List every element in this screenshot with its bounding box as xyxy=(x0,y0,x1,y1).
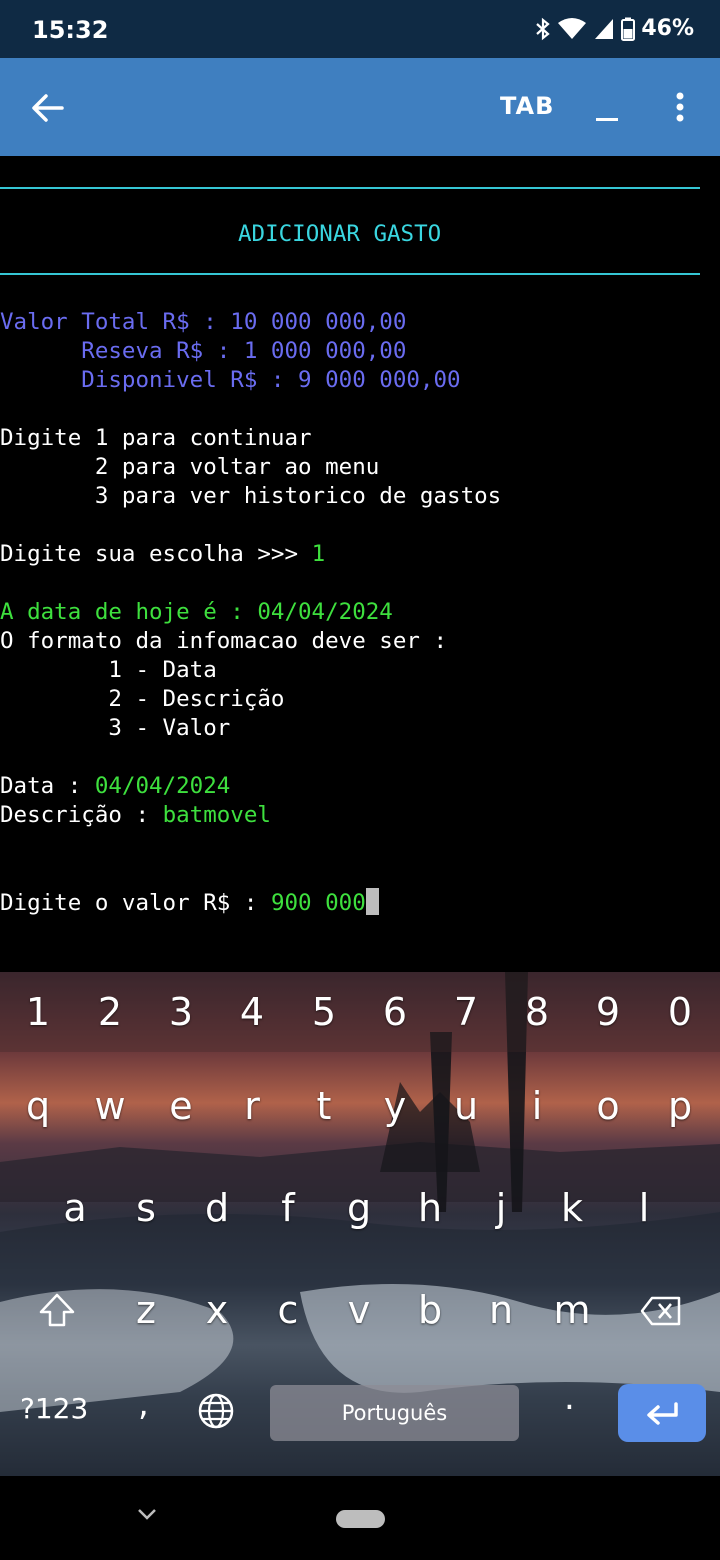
app-bar: TAB xyxy=(0,58,720,156)
bluetooth-icon xyxy=(536,17,551,40)
key-h[interactable]: h xyxy=(400,1168,460,1248)
screen-title: ADICIONAR GASTO xyxy=(238,221,442,247)
text-cursor xyxy=(365,888,379,915)
data-label: Data : xyxy=(0,773,95,799)
key-8[interactable]: 8 xyxy=(507,972,567,1052)
menu-option-1: Digite 1 para continuar xyxy=(0,425,312,451)
key-k[interactable]: k xyxy=(542,1168,602,1248)
key-7[interactable]: 7 xyxy=(436,972,496,1052)
data-value: 04/04/2024 xyxy=(94,773,231,799)
back-arrow-icon[interactable] xyxy=(30,90,66,126)
key-o[interactable]: o xyxy=(578,1066,638,1146)
key-1[interactable]: 1 xyxy=(8,972,68,1052)
comma-key[interactable]: , xyxy=(138,1384,149,1424)
letter-row-2: a s d f g h j k l xyxy=(0,1168,720,1248)
disponivel-line: Disponivel R$ : 9 000 000,00 xyxy=(0,367,461,393)
menu-option-2: 2 para voltar ao menu xyxy=(0,454,380,480)
description-value: batmovel xyxy=(162,802,271,828)
valor-prompt: Digite o valor R$ : xyxy=(0,890,271,916)
key-p[interactable]: p xyxy=(650,1066,710,1146)
soft-keyboard: 1 2 3 4 5 6 7 8 9 0 q w e r t y u i o p … xyxy=(0,972,720,1476)
reserva-line: Reseva R$ : 1 000 000,00 xyxy=(0,338,407,364)
data-line: Data : 04/04/2024 xyxy=(0,772,230,801)
format-item-3: 3 - Valor xyxy=(0,715,231,741)
key-s[interactable]: s xyxy=(116,1168,176,1248)
key-0[interactable]: 0 xyxy=(650,972,710,1052)
shift-icon[interactable] xyxy=(38,1292,76,1328)
format-label: O formato da infomacao deve ser : xyxy=(0,628,448,654)
key-z[interactable]: z xyxy=(116,1270,176,1350)
enter-icon xyxy=(647,1402,678,1425)
enter-key[interactable] xyxy=(618,1384,706,1442)
terminal-output[interactable]: ADICIONAR GASTO Valor Total R$ : 10 000 … xyxy=(0,156,720,972)
description-label: Descrição : xyxy=(0,802,163,828)
symbols-key[interactable]: ?123 xyxy=(20,1392,88,1425)
date-today-line: A data de hoje é : 04/04/2024 xyxy=(0,599,393,625)
more-options-icon[interactable] xyxy=(676,92,684,122)
key-n[interactable]: n xyxy=(471,1270,531,1350)
key-5[interactable]: 5 xyxy=(294,972,354,1052)
globe-icon[interactable] xyxy=(197,1392,235,1430)
status-icons: 46% xyxy=(535,16,694,41)
key-9[interactable]: 9 xyxy=(578,972,638,1052)
valor-input-line[interactable]: Digite o valor R$ : 900 000 xyxy=(0,888,379,918)
space-bar[interactable]: Português xyxy=(270,1385,519,1441)
format-item-1: 1 - Data xyxy=(0,657,217,683)
key-a[interactable]: a xyxy=(45,1168,105,1248)
battery-percent: 46% xyxy=(641,16,694,41)
bottom-divider xyxy=(0,273,700,275)
key-3[interactable]: 3 xyxy=(151,972,211,1052)
format-item-2: 2 - Descrição xyxy=(0,686,285,712)
key-i[interactable]: i xyxy=(507,1066,567,1146)
key-m[interactable]: m xyxy=(542,1270,602,1350)
cell-signal-icon xyxy=(595,18,614,39)
key-u[interactable]: u xyxy=(436,1066,496,1146)
menu-option-3: 3 para ver historico de gastos xyxy=(0,483,502,509)
key-b[interactable]: b xyxy=(400,1270,460,1350)
key-r[interactable]: r xyxy=(222,1066,282,1146)
top-divider xyxy=(0,187,700,189)
key-4[interactable]: 4 xyxy=(222,972,282,1052)
key-j[interactable]: j xyxy=(471,1168,531,1248)
key-f[interactable]: f xyxy=(258,1168,318,1248)
key-e[interactable]: e xyxy=(151,1066,211,1146)
key-2[interactable]: 2 xyxy=(80,972,140,1052)
key-d[interactable]: d xyxy=(187,1168,247,1248)
minimize-icon[interactable] xyxy=(596,118,618,121)
key-l[interactable]: l xyxy=(614,1168,674,1248)
choice-value: 1 xyxy=(311,541,326,567)
letter-row-3: z x c v b n m xyxy=(0,1270,720,1350)
status-bar: 15:32 46% xyxy=(0,0,720,58)
key-x[interactable]: x xyxy=(187,1270,247,1350)
home-pill[interactable] xyxy=(336,1510,385,1528)
key-w[interactable]: w xyxy=(80,1066,140,1146)
wifi-icon xyxy=(558,17,587,39)
battery-icon xyxy=(621,17,636,41)
backspace-icon[interactable] xyxy=(640,1296,682,1326)
key-6[interactable]: 6 xyxy=(365,972,425,1052)
valor-input-value[interactable]: 900 000 xyxy=(271,890,366,916)
key-g[interactable]: g xyxy=(329,1168,389,1248)
choice-line: Digite sua escolha >>> 1 xyxy=(0,540,325,569)
key-c[interactable]: c xyxy=(258,1270,318,1350)
description-line: Descrição : batmovel xyxy=(0,801,271,830)
key-y[interactable]: y xyxy=(365,1066,425,1146)
chevron-down-icon[interactable] xyxy=(136,1506,158,1522)
choice-prompt: Digite sua escolha >>> xyxy=(0,541,312,567)
clock: 15:32 xyxy=(32,16,109,44)
number-keys: 1 2 3 4 5 6 7 8 9 0 xyxy=(0,972,720,1052)
valor-total-line: Valor Total R$ : 10 000 000,00 xyxy=(0,309,407,335)
tab-button[interactable]: TAB xyxy=(500,92,554,120)
system-nav-bar xyxy=(0,1476,720,1560)
key-q[interactable]: q xyxy=(8,1066,68,1146)
letter-row-1: q w e r t y u i o p xyxy=(0,1066,720,1146)
key-v[interactable]: v xyxy=(329,1270,389,1350)
key-t[interactable]: t xyxy=(294,1066,354,1146)
period-key[interactable]: . xyxy=(564,1378,575,1418)
